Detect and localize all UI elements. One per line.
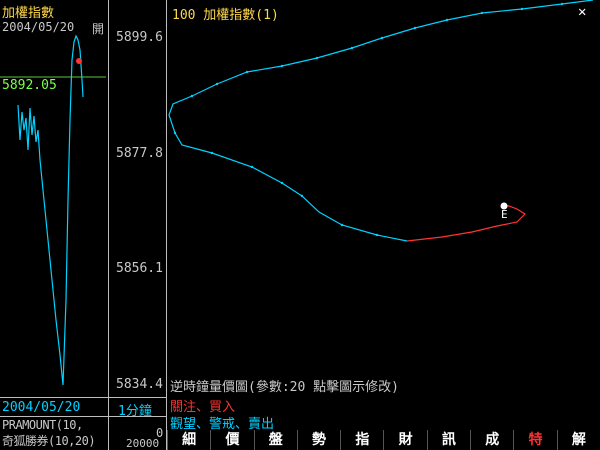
- tab-market[interactable]: 盤: [253, 430, 297, 450]
- y-tick: 5877.8: [116, 146, 163, 161]
- intraday-mini-chart: [0, 34, 106, 386]
- period-selector[interactable]: 1分鐘: [118, 400, 152, 419]
- price-volume-path: [168, 0, 594, 242]
- y-tick: 5834.4: [116, 377, 163, 392]
- tab-special[interactable]: 特: [513, 430, 557, 450]
- chart-description[interactable]: 逆時鐘量價圖(參數:20 點擊圖示修改): [170, 376, 399, 395]
- tab-trend[interactable]: 勢: [296, 430, 341, 450]
- tab-index[interactable]: 指: [340, 430, 384, 450]
- price-volume-chart: [168, 0, 594, 242]
- function-tab-bar: 細 價 盤 勢 指 財 訊 成 特 解: [167, 430, 600, 450]
- indicator-name-secondary[interactable]: 奇狐勝券(10,20): [2, 432, 96, 449]
- bottom-date: 2004/05/20: [2, 400, 81, 415]
- end-marker-label: E: [501, 208, 508, 221]
- path-points: [173, 2, 564, 237]
- left-bottom-divider: [0, 397, 166, 398]
- current-price-marker: [76, 58, 82, 64]
- volume-scale-label: 20000: [126, 437, 160, 450]
- tab-price[interactable]: 價: [210, 430, 254, 450]
- current-price-label: 5892.05: [2, 78, 57, 93]
- indicator-name[interactable]: PRAMOUNT(10,: [2, 418, 83, 432]
- tab-finance[interactable]: 財: [383, 430, 427, 450]
- tab-detail[interactable]: 細: [167, 430, 211, 450]
- tab-transactions[interactable]: 成: [470, 430, 514, 450]
- y-tick: 5899.6: [116, 30, 163, 45]
- tab-news[interactable]: 訊: [426, 430, 471, 450]
- tab-explain[interactable]: 解: [556, 430, 600, 450]
- y-tick: 5856.1: [116, 261, 163, 276]
- left-divider: [108, 0, 109, 450]
